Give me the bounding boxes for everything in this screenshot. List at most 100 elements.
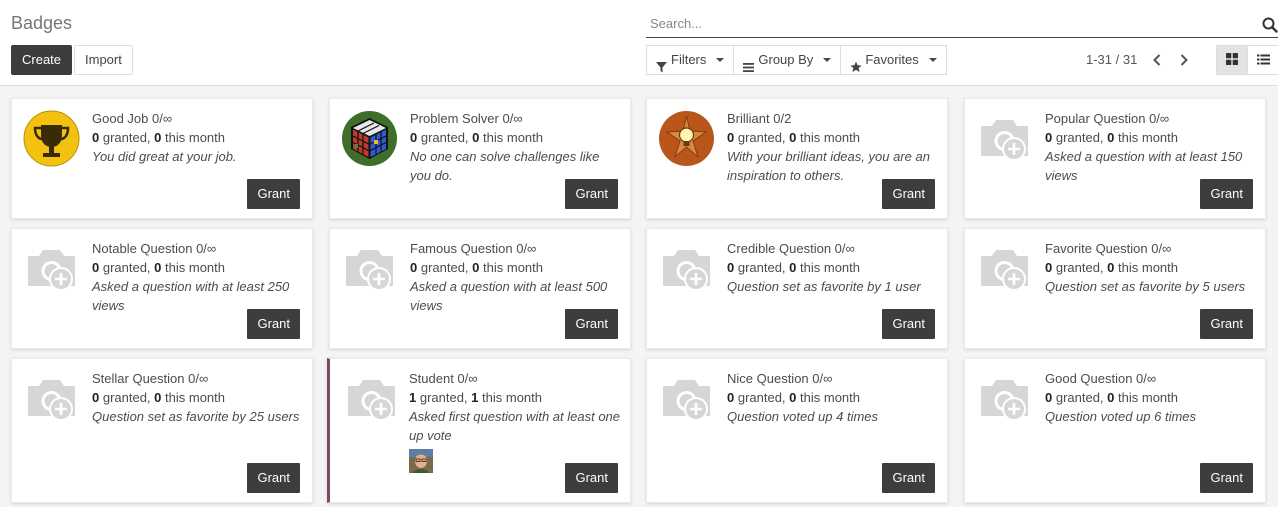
trophy-icon: [23, 110, 80, 167]
badge-card[interactable]: Stellar Question 0/∞ 0 granted, 0 this m…: [11, 358, 313, 503]
granted-label: granted,: [99, 130, 155, 145]
grant-button[interactable]: Grant: [247, 179, 300, 209]
favorites-label: Favorites: [865, 52, 919, 67]
badge-card[interactable]: Student 0/∞ 1 granted, 1 this month Aske…: [327, 358, 631, 503]
month-label: this month: [479, 260, 543, 275]
chevron-down-icon: [823, 58, 832, 62]
month-label: this month: [796, 260, 860, 275]
badge-description: Asked first question with at least one u…: [409, 409, 621, 443]
grant-button[interactable]: Grant: [1200, 309, 1253, 339]
grant-button[interactable]: Grant: [882, 463, 935, 493]
search-icon[interactable]: [1262, 17, 1278, 33]
badge-card[interactable]: Problem Solver 0/∞ 0 granted, 0 this mon…: [329, 98, 631, 219]
badge-title: Brilliant 0/2: [727, 111, 792, 126]
card-body: Brilliant 0/2 0 granted, 0 this month Wi…: [727, 109, 939, 185]
badge-stats: 0 granted, 0 this month: [410, 128, 622, 147]
granted-label: granted,: [416, 390, 472, 405]
card-body: Student 0/∞ 1 granted, 1 this month Aske…: [409, 369, 622, 473]
list-icon: [1256, 53, 1270, 68]
pager-value[interactable]: 1-31 / 31: [1086, 52, 1137, 67]
card-body: Famous Question 0/∞ 0 granted, 0 this mo…: [410, 239, 622, 315]
camera-placeholder-icon: [981, 250, 1028, 291]
filter-icon: [656, 55, 667, 72]
granted-label: granted,: [99, 390, 155, 405]
chevron-down-icon: [716, 58, 725, 62]
filters-dropdown[interactable]: Filters: [646, 45, 735, 75]
card-body: Stellar Question 0/∞ 0 granted, 0 this m…: [92, 369, 304, 426]
grant-button[interactable]: Grant: [882, 179, 935, 209]
badge-description: Question set as favorite by 25 users: [92, 409, 300, 424]
search-input[interactable]: [650, 16, 1250, 31]
card-body: Credible Question 0/∞ 0 granted, 0 this …: [727, 239, 939, 296]
badge-title: Good Job 0/∞: [92, 111, 173, 126]
chevron-left-icon[interactable]: [1150, 51, 1164, 69]
month-label: this month: [1114, 260, 1178, 275]
badge-stats: 0 granted, 0 this month: [1045, 388, 1257, 407]
camera-placeholder-icon: [663, 380, 710, 421]
camera-placeholder-icon: [663, 250, 710, 291]
granted-label: granted,: [417, 260, 473, 275]
badge-card[interactable]: Notable Question 0/∞ 0 granted, 0 this m…: [11, 228, 313, 349]
badge-card[interactable]: Credible Question 0/∞ 0 granted, 0 this …: [646, 228, 948, 349]
badge-description: Question voted up 4 times: [727, 409, 879, 424]
granted-label: granted,: [1052, 390, 1108, 405]
badge-stats: 0 granted, 0 this month: [92, 128, 304, 147]
view-switcher: [1216, 45, 1278, 75]
granted-label: granted,: [734, 130, 790, 145]
grant-button[interactable]: Grant: [565, 463, 618, 493]
chevron-right-icon[interactable]: [1177, 51, 1191, 69]
grant-button[interactable]: Grant: [1200, 463, 1253, 493]
card-body: Problem Solver 0/∞ 0 granted, 0 this mon…: [410, 109, 622, 185]
badge-title: Popular Question 0/∞: [1045, 111, 1170, 126]
badge-card[interactable]: Popular Question 0/∞ 0 granted, 0 this m…: [964, 98, 1266, 219]
list-view-button[interactable]: [1247, 45, 1278, 75]
avatar[interactable]: [409, 449, 433, 473]
month-label: this month: [1114, 130, 1178, 145]
badge-card[interactable]: Brilliant 0/2 0 granted, 0 this month Wi…: [646, 98, 948, 219]
lightbulb-icon: [659, 111, 714, 166]
badge-stats: 1 granted, 1 this month: [409, 388, 622, 407]
filters-label: Filters: [671, 52, 707, 67]
kanban-view-button[interactable]: [1216, 45, 1248, 75]
granted-label: granted,: [1052, 130, 1108, 145]
granted-label: granted,: [734, 390, 790, 405]
month-label: this month: [478, 390, 542, 405]
month-label: this month: [796, 390, 860, 405]
create-button[interactable]: Create: [11, 45, 73, 75]
card-body: Good Job 0/∞ 0 granted, 0 this month You…: [92, 109, 304, 166]
grant-button[interactable]: Grant: [882, 309, 935, 339]
camera-placeholder-icon: [346, 250, 393, 291]
month-label: this month: [479, 130, 543, 145]
badge-stats: 0 granted, 0 this month: [92, 388, 304, 407]
grant-button[interactable]: Grant: [247, 463, 300, 493]
badge-description: Question set as favorite by 5 users: [1045, 279, 1246, 294]
badge-card[interactable]: Nice Question 0/∞ 0 granted, 0 this mont…: [646, 358, 948, 503]
badge-card[interactable]: Famous Question 0/∞ 0 granted, 0 this mo…: [329, 228, 631, 349]
search-options: Filters Group By Favorites: [646, 45, 947, 75]
rubik-cube-icon: [342, 111, 397, 166]
month-label: this month: [161, 130, 225, 145]
badge-title: Nice Question 0/∞: [727, 371, 833, 386]
badge-card[interactable]: Good Question 0/∞ 0 granted, 0 this mont…: [964, 358, 1266, 503]
grant-button[interactable]: Grant: [247, 309, 300, 339]
card-body: Good Question 0/∞ 0 granted, 0 this mont…: [1045, 369, 1257, 426]
group-by-dropdown[interactable]: Group By: [733, 45, 842, 75]
granted-label: granted,: [734, 260, 790, 275]
card-body: Popular Question 0/∞ 0 granted, 0 this m…: [1045, 109, 1257, 185]
favorites-dropdown[interactable]: Favorites: [840, 45, 947, 75]
camera-placeholder-icon: [981, 380, 1028, 421]
badge-stats: 0 granted, 0 this month: [727, 258, 939, 277]
grant-button[interactable]: Grant: [565, 179, 618, 209]
badge-stats: 0 granted, 0 this month: [727, 128, 939, 147]
grant-button[interactable]: Grant: [565, 309, 618, 339]
badge-title: Student 0/∞: [409, 371, 478, 386]
import-button[interactable]: Import: [74, 45, 133, 75]
card-body: Nice Question 0/∞ 0 granted, 0 this mont…: [727, 369, 939, 426]
badge-card[interactable]: Good Job 0/∞ 0 granted, 0 this month You…: [11, 98, 313, 219]
page-title: Badges: [11, 13, 73, 33]
badge-card[interactable]: Favorite Question 0/∞ 0 granted, 0 this …: [964, 228, 1266, 349]
camera-placeholder-icon: [981, 120, 1028, 161]
badge-stats: 0 granted, 0 this month: [410, 258, 622, 277]
camera-placeholder-icon: [348, 380, 395, 421]
grant-button[interactable]: Grant: [1200, 179, 1253, 209]
